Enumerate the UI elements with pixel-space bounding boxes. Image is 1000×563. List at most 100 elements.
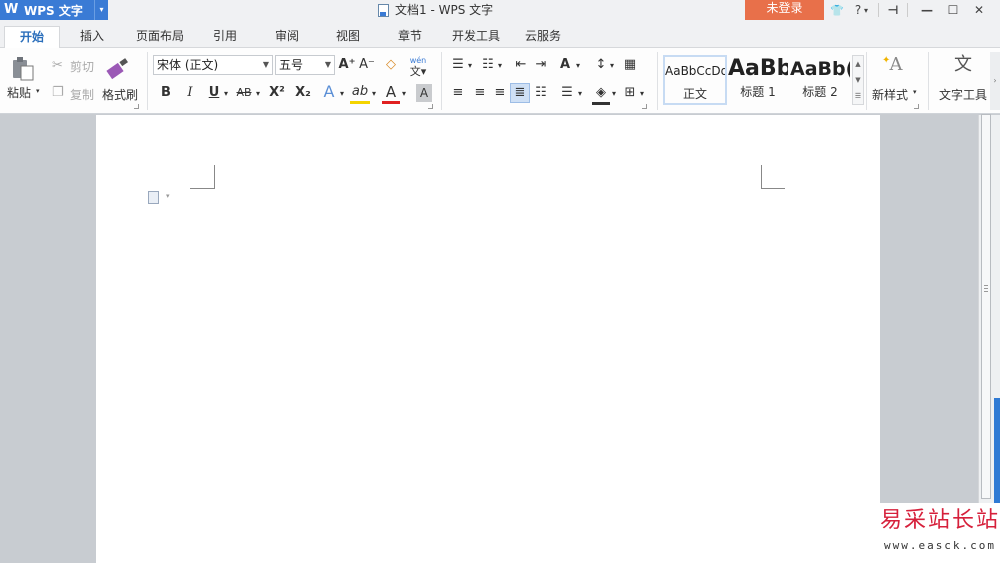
- styles-launcher-icon[interactable]: [914, 104, 919, 109]
- numbering-icon[interactable]: ☷: [478, 56, 498, 74]
- bullets-icon[interactable]: ☰: [448, 56, 468, 74]
- font-name-select[interactable]: 宋体 (正文) ▼: [153, 55, 273, 75]
- borders-icon[interactable]: ⊞: [622, 84, 638, 102]
- close-icon[interactable]: ✕: [966, 3, 992, 17]
- underline-dropdown-icon[interactable]: ▾: [222, 85, 230, 103]
- chevron-right-icon[interactable]: ›: [990, 52, 1000, 110]
- font-color-dropdown-icon[interactable]: ▾: [400, 85, 408, 103]
- table-icon[interactable]: ▦: [620, 56, 640, 74]
- chevron-down-icon[interactable]: ▼: [853, 72, 863, 88]
- tab-view[interactable]: 视图: [327, 26, 369, 48]
- paragraph-fill-dropdown-icon[interactable]: ▾: [610, 85, 618, 103]
- divider: [928, 52, 929, 110]
- text-effect-dropdown-icon[interactable]: ▾: [338, 85, 346, 103]
- text-size-dropdown-icon[interactable]: ▾: [574, 57, 582, 75]
- increase-indent-icon[interactable]: ⇥: [532, 56, 550, 74]
- grow-font-icon[interactable]: A⁺: [338, 56, 356, 74]
- clipboard-launcher-icon[interactable]: [134, 104, 139, 109]
- document-title: 文档1 - WPS 文字: [378, 0, 493, 20]
- styles-scroll[interactable]: ▲ ▼ ☰: [852, 55, 864, 105]
- paste-options-icon[interactable]: [148, 191, 159, 204]
- minimize-icon[interactable]: —: [914, 3, 940, 17]
- text-effect-icon[interactable]: A: [320, 83, 338, 101]
- paste-dropdown-icon[interactable]: ▾: [36, 87, 40, 95]
- pin-icon[interactable]: ⊣: [885, 3, 901, 17]
- font-color-icon[interactable]: A: [382, 83, 400, 104]
- numbering-dropdown-icon[interactable]: ▾: [496, 57, 504, 75]
- shrink-font-icon[interactable]: A⁻: [358, 56, 376, 74]
- document-page[interactable]: ▾: [96, 115, 880, 563]
- font-name-value: 宋体 (正文): [157, 58, 219, 72]
- style-heading-1[interactable]: AaBb 标题 1: [728, 55, 788, 105]
- help-dropdown-icon[interactable]: ▾: [864, 6, 872, 15]
- maximize-icon[interactable]: ☐: [940, 3, 966, 17]
- line-spacing-dropdown-icon[interactable]: ▾: [576, 85, 584, 103]
- text-size-icon[interactable]: A: [556, 56, 574, 74]
- new-style-dropdown-icon[interactable]: ▾: [913, 88, 917, 96]
- highlight-icon[interactable]: ab: [350, 83, 370, 104]
- tab-insert[interactable]: 插入: [68, 26, 116, 48]
- tab-references[interactable]: 引用: [204, 26, 246, 48]
- strikethrough-icon[interactable]: AB: [234, 84, 254, 102]
- tab-home[interactable]: 开始: [4, 26, 60, 49]
- styles-expand-icon[interactable]: ☰: [853, 88, 863, 104]
- app-menu-dropdown-icon[interactable]: ▾: [94, 0, 108, 20]
- app-menu-button[interactable]: W WPS 文字 ▾: [0, 0, 108, 20]
- paragraph-launcher-icon[interactable]: [642, 104, 647, 109]
- tab-page-layout[interactable]: 页面布局: [128, 26, 192, 48]
- borders-dropdown-icon[interactable]: ▾: [638, 85, 646, 103]
- paste-icon[interactable]: [10, 56, 40, 82]
- align-left-icon[interactable]: ≡: [450, 84, 466, 102]
- text-tools-icon[interactable]: 文: [950, 56, 976, 74]
- scissors-icon[interactable]: ✂: [52, 58, 63, 73]
- justify-icon[interactable]: ≣: [510, 83, 530, 103]
- strikethrough-dropdown-icon[interactable]: ▾: [254, 85, 262, 103]
- copy-icon[interactable]: ❐: [52, 85, 64, 100]
- tab-chapter[interactable]: 章节: [389, 26, 431, 48]
- bullets-dropdown-icon[interactable]: ▾: [466, 57, 474, 75]
- line-spacing-icon[interactable]: ☰: [558, 84, 576, 102]
- italic-icon[interactable]: I: [182, 84, 198, 102]
- bold-icon[interactable]: B: [158, 84, 174, 102]
- align-right-icon[interactable]: ≡: [492, 84, 508, 102]
- login-button[interactable]: 未登录: [745, 0, 824, 20]
- document-workspace: ▾: [0, 115, 1000, 563]
- tab-developer[interactable]: 开发工具: [445, 26, 507, 48]
- new-style-icon[interactable]: A ✦: [882, 55, 910, 74]
- text-tools-button[interactable]: 文字工具: [939, 86, 987, 103]
- distributed-align-icon[interactable]: ☷: [532, 84, 550, 102]
- paragraph-fill-icon[interactable]: ◈: [592, 84, 610, 105]
- format-painter-button[interactable]: 格式刷: [102, 86, 138, 103]
- style-name: 标题 2: [802, 85, 838, 99]
- tab-cloud-services[interactable]: 云服务: [516, 26, 570, 48]
- cut-button[interactable]: 剪切: [70, 58, 94, 75]
- clear-format-icon[interactable]: ◇: [382, 56, 400, 74]
- character-shading-icon[interactable]: A: [416, 84, 432, 102]
- font-size-select[interactable]: 五号 ▼: [275, 55, 335, 75]
- decrease-indent-icon[interactable]: ⇤: [512, 56, 530, 74]
- style-normal[interactable]: AaBbCcDd 正文: [663, 55, 727, 105]
- scrollbar-thumb[interactable]: [981, 114, 991, 499]
- font-launcher-icon[interactable]: [428, 104, 433, 109]
- style-heading-2[interactable]: AaBb( 标题 2: [790, 55, 850, 105]
- new-style-button[interactable]: 新样式: [872, 86, 908, 103]
- skin-icon[interactable]: 👕: [828, 4, 846, 17]
- sort-icon[interactable]: ↕: [594, 56, 608, 74]
- margin-marker-top-right: [761, 165, 785, 189]
- paste-options-dropdown-icon[interactable]: ▾: [166, 192, 170, 200]
- superscript-icon[interactable]: X²: [266, 84, 288, 102]
- paste-button[interactable]: 粘贴: [7, 84, 31, 101]
- help-icon[interactable]: ?: [852, 3, 864, 17]
- format-painter-icon[interactable]: [106, 56, 132, 82]
- sort-dropdown-icon[interactable]: ▾: [608, 57, 616, 75]
- tab-review[interactable]: 审阅: [266, 26, 308, 48]
- highlight-dropdown-icon[interactable]: ▾: [370, 85, 378, 103]
- subscript-icon[interactable]: X₂: [292, 84, 314, 102]
- underline-icon[interactable]: U: [206, 84, 222, 102]
- divider: [441, 52, 442, 110]
- align-center-icon[interactable]: ≡: [472, 84, 488, 102]
- side-panel-toggle[interactable]: [994, 398, 1000, 504]
- copy-button[interactable]: 复制: [70, 86, 94, 103]
- chevron-up-icon[interactable]: ▲: [853, 56, 863, 72]
- margin-marker-top-left: [190, 165, 215, 189]
